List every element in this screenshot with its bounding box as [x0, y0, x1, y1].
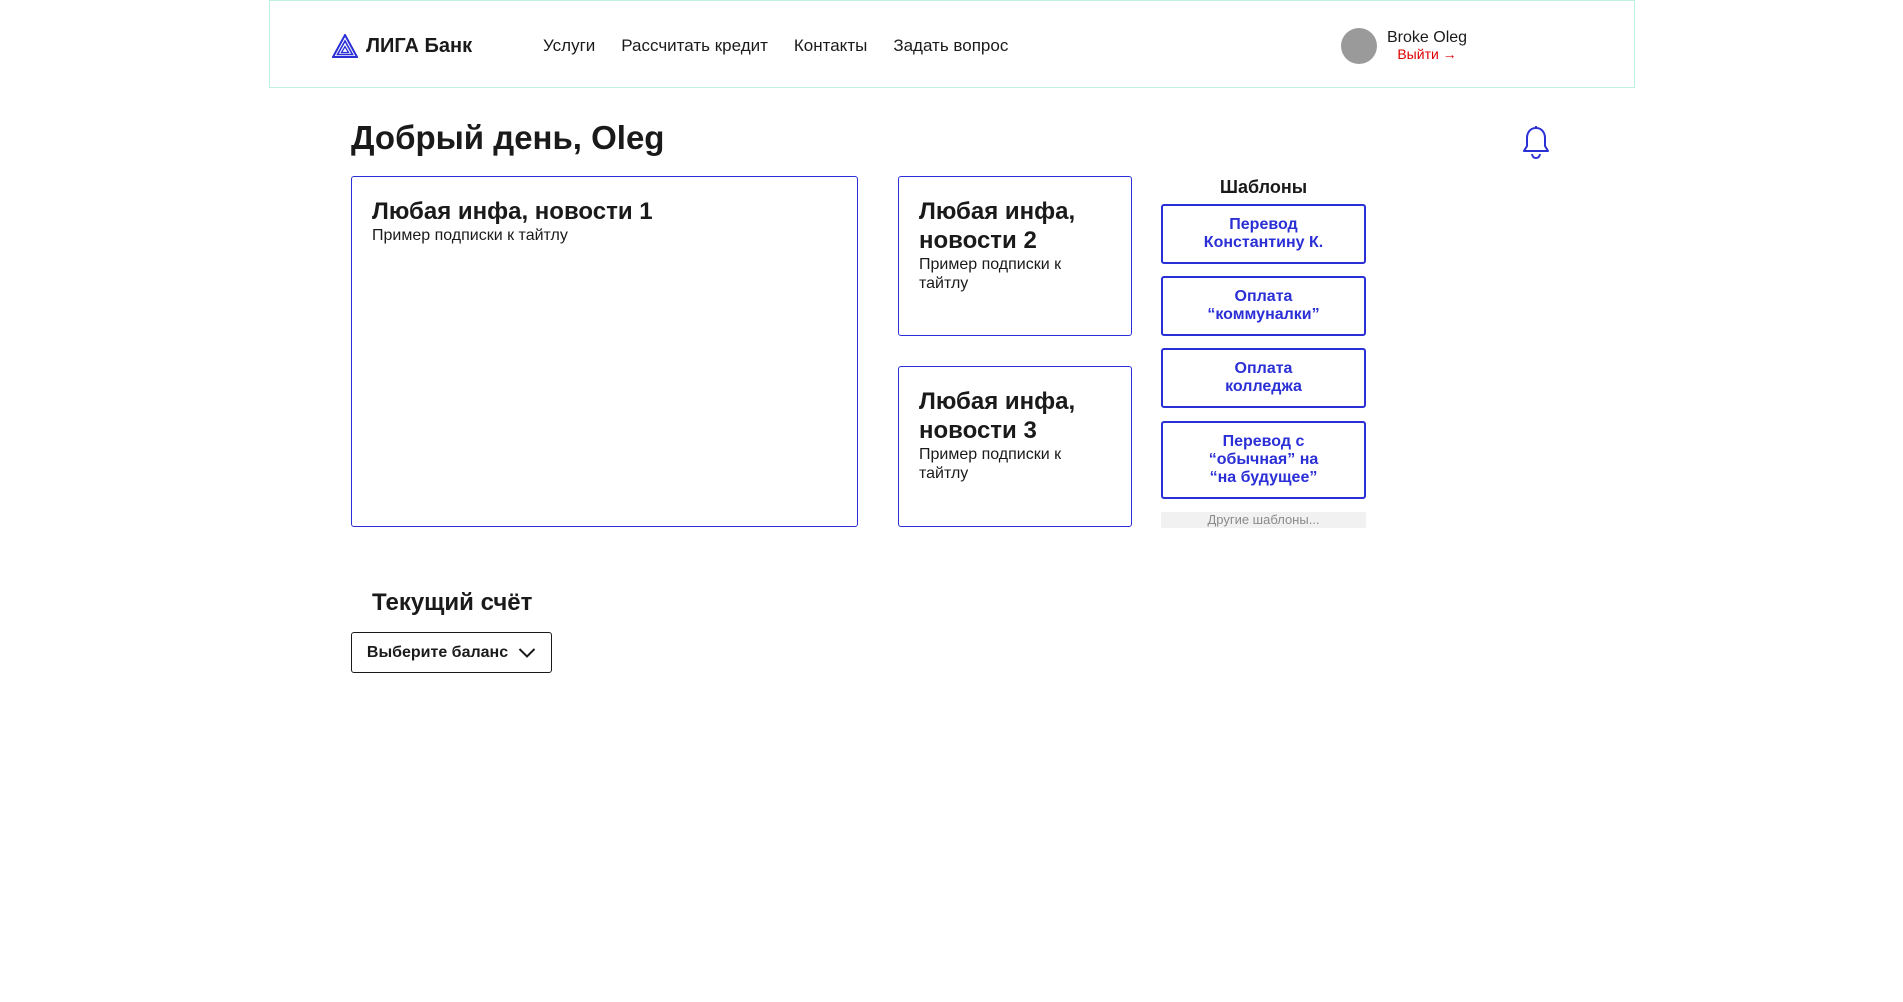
- template-button-college[interactable]: Оплата колледжа: [1161, 348, 1366, 408]
- nav-item-contacts[interactable]: Контакты: [794, 36, 867, 56]
- news-card-subtitle: Пример подписки к тайтлу: [919, 446, 1062, 482]
- balance-select[interactable]: Выберите баланс: [351, 632, 552, 673]
- page-title: Добрый день, Oleg: [351, 119, 665, 156]
- news-card-title: Любая инфа, новости 3: [919, 388, 1076, 444]
- logo-text: ЛИГА Банк: [366, 34, 473, 57]
- user-meta: Broke Oleg Выйти →: [1387, 29, 1467, 63]
- news-card-1[interactable]: Любая инфа, новости 1 Пример подписки к …: [351, 176, 858, 527]
- current-account-title: Текущий счёт: [372, 589, 533, 616]
- template-button-transfer-konstantin[interactable]: Перевод Константину К.: [1161, 204, 1366, 264]
- other-templates-link[interactable]: Другие шаблоны...: [1161, 512, 1366, 528]
- template-button-transfer-savings[interactable]: Перевод с “обычная” на “на будущее”: [1161, 421, 1366, 499]
- news-card-title: Любая инфа, новости 2: [919, 198, 1076, 254]
- logout-link[interactable]: Выйти →: [1397, 46, 1456, 63]
- templates-title: Шаблоны: [1219, 177, 1308, 197]
- user-block: Broke Oleg Выйти →: [1341, 28, 1467, 64]
- nav-item-ask-question[interactable]: Задать вопрос: [893, 36, 1008, 56]
- triangle-logo-icon: [332, 34, 358, 58]
- news-card-2[interactable]: Любая инфа, новости 2 Пример подписки к …: [898, 176, 1132, 336]
- logo-link[interactable]: ЛИГА Банк: [332, 34, 472, 58]
- news-card-title: Любая инфа, новости 1: [372, 198, 653, 225]
- news-card-subtitle: Пример подписки к тайтлу: [919, 256, 1062, 292]
- site-header: ЛИГА Банк Услуги Рассчитать кредит Конта…: [269, 0, 1635, 88]
- template-button-utilities[interactable]: Оплата “коммуналки”: [1161, 276, 1366, 336]
- page: ЛИГА Банк Услуги Рассчитать кредит Конта…: [0, 0, 1903, 1002]
- news-card-3[interactable]: Любая инфа, новости 3 Пример подписки к …: [898, 366, 1132, 527]
- avatar[interactable]: [1341, 28, 1377, 64]
- main-nav: Услуги Рассчитать кредит Контакты Задать…: [543, 36, 1008, 56]
- user-name: Broke Oleg: [1387, 29, 1468, 46]
- nav-item-loan-calculator[interactable]: Рассчитать кредит: [621, 36, 768, 56]
- bell-icon[interactable]: [1521, 125, 1551, 160]
- nav-item-services[interactable]: Услуги: [543, 36, 595, 56]
- news-card-subtitle: Пример подписки к тайтлу: [372, 227, 568, 244]
- balance-select-label: Выберите баланс: [366, 643, 509, 661]
- chevron-down-icon: [518, 647, 536, 658]
